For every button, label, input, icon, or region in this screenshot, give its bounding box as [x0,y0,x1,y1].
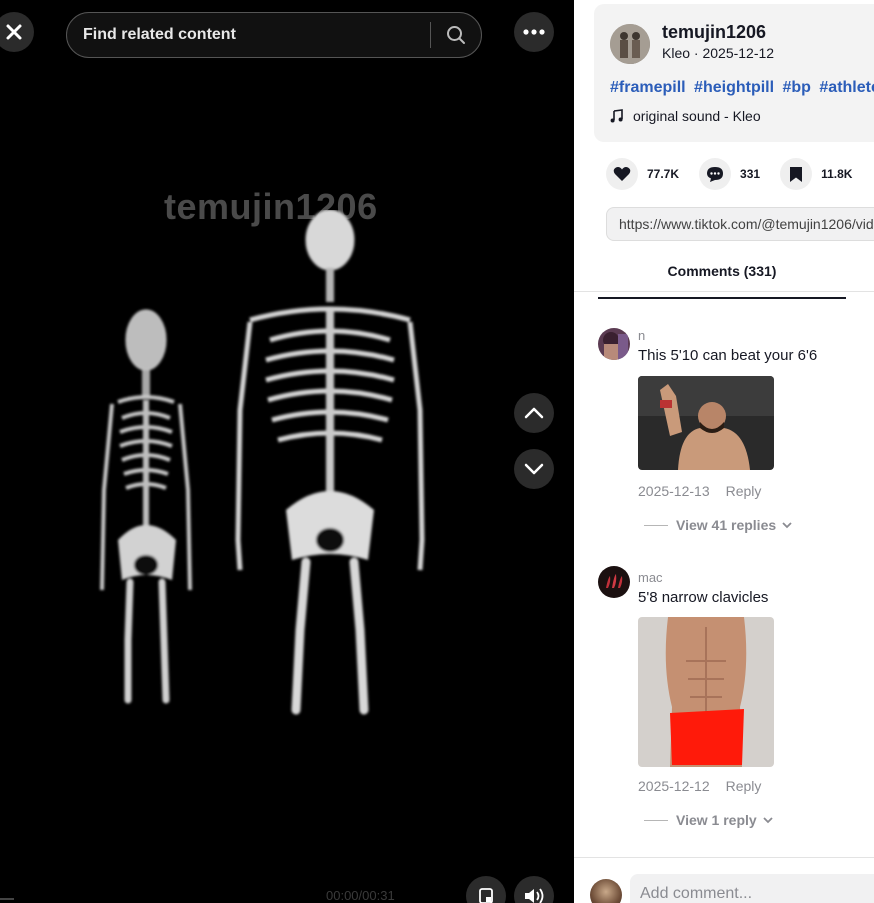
view-replies-button[interactable]: View 1 reply [644,812,773,828]
save-circle [780,158,813,190]
composer-divider [574,857,874,858]
video-time: 00:00/00:31 [326,888,395,903]
add-comment-input[interactable] [630,874,874,903]
comment-bubble-icon [707,166,724,182]
reply-button[interactable]: Reply [726,778,762,794]
avatar-photo [598,328,630,360]
bookmark-icon [790,166,803,182]
next-video-button[interactable] [514,449,554,489]
hashtag-link[interactable]: #framepill [610,79,686,96]
chevron-down-icon [782,521,792,528]
like-circle [606,158,638,190]
share-link-field[interactable]: https://www.tiktok.com/@temujin1206/vide… [606,207,874,241]
author-card: temujin1206 Kleo · 2025-12-12 #framepill… [594,4,874,142]
save-count: 11.8K [821,167,853,181]
search-input[interactable] [67,26,430,44]
action-bar: 77.7K 331 11.8K [606,158,872,190]
author-avatar[interactable] [610,24,650,64]
video-pane: temujin1206 [0,0,574,903]
torso-photo [638,617,774,767]
comment-date: 2025-12-12 [638,778,710,794]
picture-in-picture-icon [479,888,493,903]
my-avatar [590,879,622,903]
close-button[interactable] [0,12,34,52]
author-name[interactable]: temujin1206 [662,22,766,43]
view-replies-label: View 41 replies [676,517,777,533]
comment-text: 5'8 narrow clavicles [638,589,769,606]
comment-meta: 2025-12-13 Reply [638,483,761,499]
progress-bar[interactable] [0,898,14,900]
more-dots-icon [523,29,545,35]
view-replies-button[interactable]: View 41 replies [644,517,792,533]
comment-image[interactable] [638,617,774,767]
heart-icon [613,167,631,181]
reply-button[interactable]: Reply [726,483,762,499]
chevron-down-icon [524,463,544,475]
commenter-avatar[interactable] [598,328,630,360]
hashtags: #framepill #heightpill #bp #athlete [610,79,874,97]
avatar-photo [610,24,650,64]
music-note-icon [610,109,623,123]
tab-divider [574,291,874,292]
like-button[interactable]: 77.7K [606,158,679,190]
comment-circle [699,158,732,190]
close-icon [6,24,22,40]
avatar-photo [598,566,630,598]
fighter-photo [638,376,774,470]
divider-line [644,819,668,821]
comment-date: 2025-12-13 [638,483,710,499]
chevron-down-icon [763,816,773,823]
divider-line [644,524,668,526]
comment-button[interactable]: 331 [699,158,760,190]
sound-name: original sound - Kleo [633,108,761,124]
volume-icon [525,888,544,903]
author-subtitle: Kleo · 2025-12-12 [662,45,775,61]
hashtag-link[interactable]: #bp [783,79,811,96]
comment-count: 331 [740,167,761,181]
details-pane: temujin1206 Kleo · 2025-12-12 #framepill… [574,0,874,903]
pip-button[interactable] [466,876,506,903]
commenter-name[interactable]: mac [638,570,663,585]
more-options-button[interactable] [514,12,554,52]
video-frame-image[interactable] [90,210,440,720]
volume-button[interactable] [514,876,554,903]
like-count: 77.7K [647,167,680,181]
commenter-name[interactable]: n [638,328,645,343]
chevron-up-icon [524,407,544,419]
previous-video-button[interactable] [514,393,554,433]
hashtag-link[interactable]: #heightpill [694,79,774,96]
search-button[interactable] [431,13,481,57]
sound-link[interactable]: original sound - Kleo [610,108,761,124]
comment-text: This 5'10 can beat your 6'6 [638,347,818,364]
comment-meta: 2025-12-12 Reply [638,778,761,794]
tab-comments[interactable]: Comments (331) [598,263,846,299]
commenter-avatar[interactable] [598,566,630,598]
search-bar [66,12,482,58]
save-button[interactable]: 11.8K [780,158,852,190]
comment-image[interactable] [638,376,774,470]
search-icon [447,26,465,44]
view-replies-label: View 1 reply [676,812,757,828]
hashtag-link[interactable]: #athlete [819,79,874,96]
